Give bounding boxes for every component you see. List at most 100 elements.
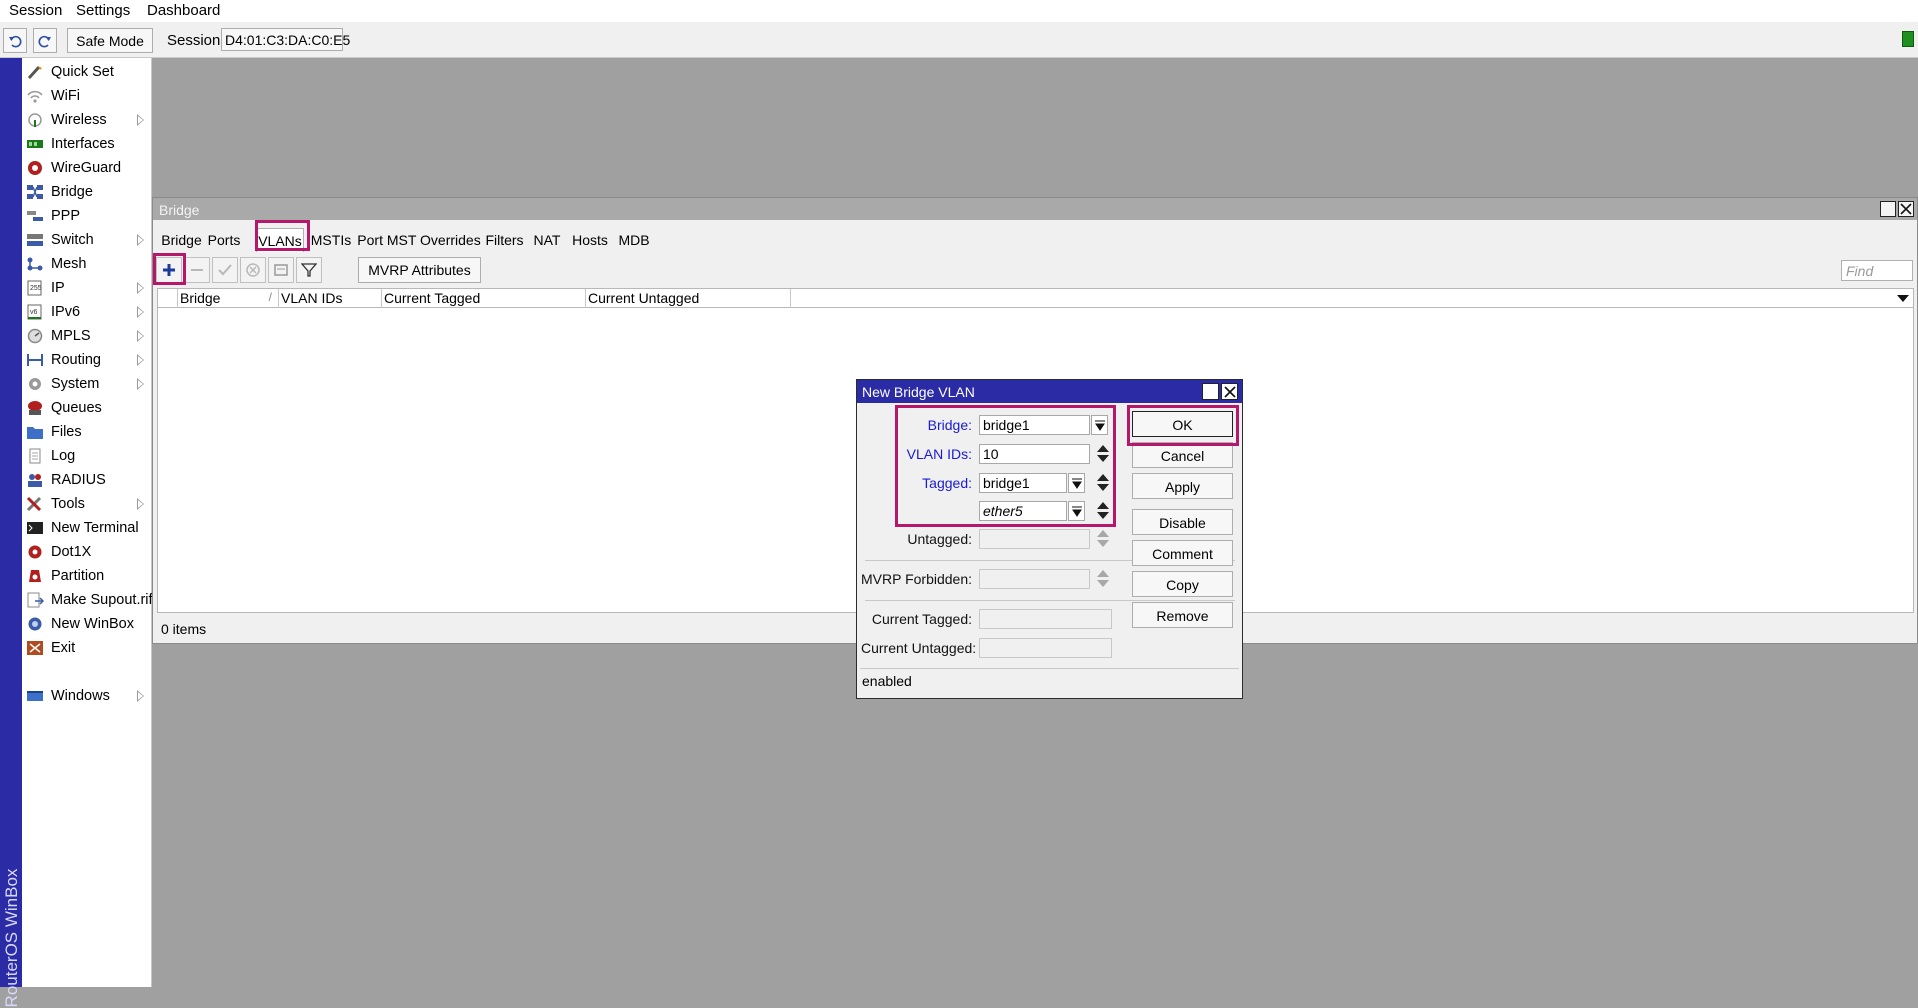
menu-session[interactable]: Session — [9, 2, 62, 19]
sidebar-item-exit[interactable]: Exit — [22, 636, 152, 660]
close-button[interactable] — [1898, 201, 1914, 217]
dialog-maximize-button[interactable] — [1202, 383, 1219, 400]
apply-button[interactable]: Apply — [1132, 473, 1233, 499]
filter-button[interactable] — [296, 257, 322, 283]
current-untagged-label: Current Untagged: — [861, 640, 977, 656]
mesh-icon — [26, 256, 44, 272]
disable-button[interactable] — [240, 257, 266, 283]
sidebar-item-queues[interactable]: Queues — [22, 396, 152, 420]
sidebar-item-ppp[interactable]: PPP — [22, 204, 152, 228]
redo-button[interactable] — [33, 28, 57, 53]
ip-icon: 255 — [26, 280, 44, 296]
tagged-select-1[interactable]: bridge1 — [979, 473, 1067, 493]
session-label: Session: — [167, 32, 225, 49]
vlan-ids-updown-icon[interactable] — [1097, 444, 1109, 464]
cancel-button[interactable]: Cancel — [1132, 442, 1233, 468]
bridge-dropdown-button[interactable] — [1091, 415, 1108, 435]
sidebar-item-tools[interactable]: Tools — [22, 492, 152, 516]
mvrp-forbidden-select[interactable] — [979, 569, 1090, 589]
sidebar-item-interfaces[interactable]: Interfaces — [22, 132, 152, 156]
tab-ports[interactable]: Ports — [206, 228, 242, 252]
comment-button[interactable] — [268, 257, 294, 283]
dialog-close-button[interactable] — [1221, 383, 1238, 400]
sidebar-item-mpls[interactable]: MPLS — [22, 324, 152, 348]
sidebar-item-bridge[interactable]: Bridge — [22, 180, 152, 204]
tagged-updown-icon-2[interactable] — [1097, 501, 1109, 521]
current-tagged-field — [979, 609, 1112, 629]
menu-settings[interactable]: Settings — [76, 2, 130, 19]
tab-filters[interactable]: Filters — [483, 228, 526, 252]
column-header-current-untagged[interactable]: Current Untagged — [586, 289, 791, 308]
tagged-updown-icon-1[interactable] — [1097, 473, 1109, 493]
sidebar-item-mesh[interactable]: Mesh — [22, 252, 152, 276]
safe-mode-button[interactable]: Safe Mode — [67, 28, 153, 53]
untagged-select[interactable] — [979, 529, 1090, 549]
copy-button[interactable]: Copy — [1132, 571, 1233, 597]
radius-icon — [26, 472, 44, 488]
find-input[interactable]: Find — [1841, 260, 1913, 281]
undo-button[interactable] — [3, 28, 27, 53]
sidebar-item-new-terminal[interactable]: New Terminal — [22, 516, 152, 540]
sidebar-item-wifi[interactable]: WiFi — [22, 84, 152, 108]
mvrp-forbidden-updown-icon[interactable] — [1097, 569, 1109, 589]
redo-icon — [38, 35, 51, 47]
tab-port-mst-overrides[interactable]: Port MST Overrides — [357, 228, 481, 252]
gear-icon — [26, 376, 44, 392]
mvrp-attributes-button[interactable]: MVRP Attributes — [358, 257, 481, 283]
check-icon — [218, 264, 232, 276]
dropdown-arrow-icon — [1071, 506, 1082, 517]
sidebar-item-routing[interactable]: Routing — [22, 348, 152, 372]
tab-mdb[interactable]: MDB — [615, 228, 653, 252]
sidebar-item-new-winbox[interactable]: New WinBox — [22, 612, 152, 636]
comment-button[interactable]: Comment — [1132, 540, 1233, 566]
sidebar-item-files[interactable]: Files — [22, 420, 152, 444]
sort-indicator-icon: / — [268, 290, 272, 304]
tagged-dropdown-button-1[interactable] — [1068, 473, 1085, 493]
routing-icon — [26, 352, 44, 368]
tab-nat[interactable]: NAT — [529, 228, 565, 252]
session-id-field: D4:01:C3:DA:C0:E5 — [221, 28, 350, 51]
column-header-vlan-ids[interactable]: VLAN IDs — [279, 289, 382, 308]
remove-button[interactable]: Remove — [1132, 602, 1233, 628]
column-menu-icon[interactable] — [1897, 295, 1909, 302]
enable-button[interactable] — [212, 257, 238, 283]
untagged-updown-icon[interactable] — [1097, 529, 1109, 549]
bridge-select[interactable]: bridge1 — [979, 415, 1090, 435]
tagged-select-2[interactable]: ether5 — [979, 501, 1067, 521]
sidebar-item-partition[interactable]: Partition — [22, 564, 152, 588]
vlan-ids-input[interactable]: 10 — [979, 444, 1090, 464]
sidebar-item-dot1x[interactable]: Dot1X — [22, 540, 152, 564]
bridge-icon — [26, 184, 44, 200]
column-header-bridge[interactable]: Bridge / — [178, 289, 279, 308]
tab-bridge[interactable]: Bridge — [159, 228, 204, 252]
sidebar-item-log[interactable]: Log — [22, 444, 152, 468]
tab-hosts[interactable]: Hosts — [567, 228, 613, 252]
interfaces-icon — [26, 136, 44, 152]
tab-mstis[interactable]: MSTIs — [308, 228, 354, 252]
sidebar-item-switch[interactable]: Switch — [22, 228, 152, 252]
ipv6-icon: v6 — [26, 304, 44, 320]
sidebar-item-quick-set[interactable]: Quick Set — [22, 60, 152, 84]
brand-strip: RouterOS WinBox — [0, 58, 22, 1007]
sidebar-item-wireless[interactable]: Wireless — [22, 108, 152, 132]
sidebar-item-ip[interactable]: 255 IP — [22, 276, 152, 300]
sidebar-item-ipv6[interactable]: v6 IPv6 — [22, 300, 152, 324]
tab-vlans[interactable]: VLANs — [256, 228, 304, 252]
sidebar-item-radius[interactable]: RADIUS — [22, 468, 152, 492]
tagged-dropdown-button-2[interactable] — [1068, 501, 1085, 521]
ok-button[interactable]: OK — [1132, 411, 1233, 437]
sidebar-item-windows[interactable]: Windows — [22, 684, 152, 708]
tools-icon — [26, 496, 44, 512]
exit-icon — [26, 640, 44, 656]
sidebar-item-system[interactable]: System — [22, 372, 152, 396]
sidebar-item-make-supout[interactable]: Make Supout.rif — [22, 588, 153, 612]
queues-icon — [26, 400, 44, 416]
new-bridge-vlan-dialog: New Bridge VLAN Bridge: bridge1 VLAN IDs… — [856, 379, 1243, 699]
maximize-button[interactable] — [1880, 201, 1896, 217]
column-header-current-tagged[interactable]: Current Tagged — [382, 289, 586, 308]
menu-dashboard[interactable]: Dashboard — [147, 2, 220, 19]
remove-button[interactable] — [184, 257, 210, 283]
sidebar-item-wireguard[interactable]: WireGuard — [22, 156, 152, 180]
add-button[interactable] — [156, 257, 182, 283]
disable-button[interactable]: Disable — [1132, 509, 1233, 535]
